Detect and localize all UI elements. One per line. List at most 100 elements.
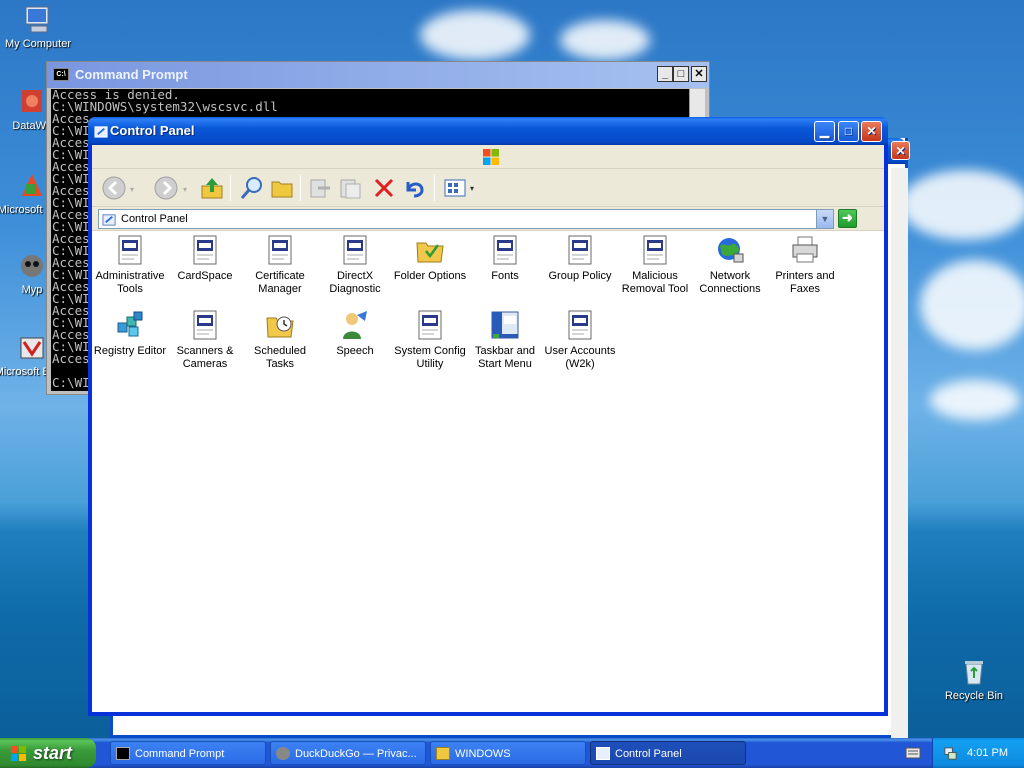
taskbar-button-label: DuckDuckGo — Privac...: [295, 748, 417, 760]
close-button[interactable]: ✕: [861, 121, 882, 142]
keyboard-icon[interactable]: [905, 746, 921, 760]
control-panel-item-label: Group Policy: [548, 270, 612, 282]
control-panel-item-label: Scanners & Cameras: [176, 345, 234, 370]
taskbar-button-label: WINDOWS: [455, 748, 511, 760]
control-panel-item-fonts[interactable]: Fonts: [467, 234, 543, 283]
toolbar-separator: [230, 175, 231, 201]
control-panel-item-folder-options[interactable]: Folder Options: [392, 234, 468, 283]
control-panel-item-system-config-utility[interactable]: System Config Utility: [392, 309, 468, 371]
forward-icon[interactable]: [152, 174, 180, 202]
search-icon[interactable]: [238, 174, 266, 202]
visual-basic-icon: [20, 337, 44, 359]
control-panel-item-label: Folder Options: [393, 270, 467, 282]
console-icon: [116, 747, 130, 760]
windows-logo-icon: [483, 149, 499, 165]
control-panel-item-malicious-removal-tool[interactable]: Malicious Removal Tool: [617, 234, 693, 296]
browser-icon: [276, 747, 290, 760]
delete-icon[interactable]: [370, 174, 398, 202]
control-panel-item-taskbar-and-start-menu[interactable]: Taskbar and Start Menu: [467, 309, 543, 371]
control-panel-item-speech[interactable]: Speech: [317, 309, 393, 358]
raccoon-icon: [21, 255, 43, 277]
control-panel-icon: [102, 214, 116, 226]
views-icon[interactable]: [442, 174, 470, 202]
control-panel-item-label: System Config Utility: [394, 345, 466, 370]
forward-dropdown-icon[interactable]: ▾: [183, 185, 187, 194]
command-prompt-title: Command Prompt: [75, 67, 188, 82]
address-bar: Control Panel ▼ ➜: [92, 207, 884, 231]
control-panel-item-label: Speech: [336, 345, 374, 357]
taskbar-button-duckduckgo[interactable]: DuckDuckGo — Privac...: [270, 741, 426, 765]
control-panel-item-label: Printers and Faxes: [775, 270, 835, 295]
control-panel-item-group-policy[interactable]: Group Policy: [542, 234, 618, 283]
console-icon: C:\: [53, 68, 69, 81]
copy-to-icon[interactable]: [336, 174, 364, 202]
undo-icon[interactable]: [400, 174, 428, 202]
window-title: Control Panel: [110, 123, 195, 138]
move-to-icon[interactable]: [306, 174, 334, 202]
taskbar-button-windows[interactable]: WINDOWS: [430, 741, 586, 765]
cloud: [930, 380, 1020, 420]
control-panel-item-scheduled-tasks[interactable]: Scheduled Tasks: [242, 309, 318, 371]
control-panel-item-network-connections[interactable]: Network Connections: [692, 234, 768, 296]
control-panel-item-label: DirectX Diagnostic: [329, 270, 381, 295]
control-panel-item-label: Registry Editor: [93, 345, 167, 357]
minimize-button[interactable]: ▁: [814, 121, 835, 142]
command-prompt-titlebar[interactable]: C:\ Command Prompt _ □ ✕: [47, 62, 709, 88]
scheduled-tasks-icon: [266, 316, 294, 338]
taskbar-button-command-prompt[interactable]: Command Prompt: [110, 741, 266, 765]
toolbar-separator: [434, 175, 435, 201]
views-dropdown-icon[interactable]: ▾: [470, 184, 474, 193]
taskbar: start Command Prompt DuckDuckGo — Privac…: [0, 738, 1024, 768]
address-field[interactable]: Control Panel ▼: [98, 209, 834, 229]
control-panel-item-user-accounts-w2k[interactable]: User Accounts (W2k): [542, 309, 618, 371]
menu-bar: [92, 145, 884, 169]
start-label: start: [33, 743, 73, 763]
control-panel-titlebar[interactable]: Control Panel ▁ □ ✕: [88, 117, 888, 145]
console-line: C:\WINDOWS\system32\wscsvc.dll: [52, 99, 278, 114]
control-panel-item-directx-diagnostic[interactable]: DirectX Diagnostic: [317, 234, 393, 296]
folders-icon[interactable]: [268, 174, 296, 202]
cloud: [920, 260, 1024, 350]
control-panel-item-registry-editor[interactable]: Registry Editor: [92, 309, 168, 358]
control-panel-item-cardspace[interactable]: CardSpace: [167, 234, 243, 283]
minimize-button[interactable]: _: [657, 66, 673, 82]
network-tray-icon[interactable]: [943, 746, 958, 761]
applet-icon: [118, 235, 142, 265]
applet-icon: [493, 235, 517, 265]
control-panel-item-label: Scheduled Tasks: [254, 345, 306, 370]
control-panel-item-label: Malicious Removal Tool: [621, 270, 689, 295]
taskbar-icon: [491, 311, 519, 339]
taskbar-button-label: Control Panel: [615, 748, 682, 760]
control-panel-icon: [94, 126, 108, 138]
close-button[interactable]: ✕: [891, 141, 910, 160]
control-panel-item-label: Fonts: [491, 270, 519, 282]
datawa-icon: [22, 90, 42, 112]
applet-icon: [568, 310, 592, 340]
maximize-button[interactable]: □: [673, 66, 689, 82]
folder-icon: [436, 747, 450, 760]
control-panel-item-printers-and-faxes[interactable]: Printers and Faxes: [767, 234, 843, 296]
registry-icon: [117, 311, 143, 337]
control-panel-item-administrative-tools[interactable]: Administrative Tools: [92, 234, 168, 296]
control-panel-item-scanners-cameras[interactable]: Scanners & Cameras: [167, 309, 243, 371]
control-panel-item-certificate-manager[interactable]: Certificate Manager: [242, 234, 318, 296]
desktop-icon-recycle-bin[interactable]: Recycle Bin: [936, 656, 1012, 703]
control-panel-window[interactable]: Control Panel ▁ □ ✕ ▾ ▾ ▾ Control Panel …: [88, 117, 888, 716]
applet-icon: [193, 310, 217, 340]
back-icon[interactable]: [100, 174, 128, 202]
maximize-button[interactable]: □: [838, 121, 859, 142]
cloud: [560, 20, 650, 60]
control-panel-item-label: CardSpace: [177, 270, 233, 282]
control-panel-item-label: User Accounts (W2k): [544, 345, 616, 370]
side-panel: [891, 168, 908, 738]
go-button[interactable]: ➜: [838, 209, 857, 228]
desktop-icon-my-computer[interactable]: My Computer: [0, 4, 76, 51]
address-dropdown-icon[interactable]: ▼: [816, 210, 833, 228]
up-folder-icon[interactable]: [198, 174, 226, 202]
cloud: [900, 170, 1024, 240]
start-button[interactable]: start: [0, 738, 96, 768]
taskbar-button-control-panel[interactable]: Control Panel: [590, 741, 746, 765]
back-dropdown-icon[interactable]: ▾: [130, 185, 134, 194]
close-button[interactable]: ✕: [691, 66, 707, 82]
clock[interactable]: 4:01 PM: [967, 747, 1008, 759]
